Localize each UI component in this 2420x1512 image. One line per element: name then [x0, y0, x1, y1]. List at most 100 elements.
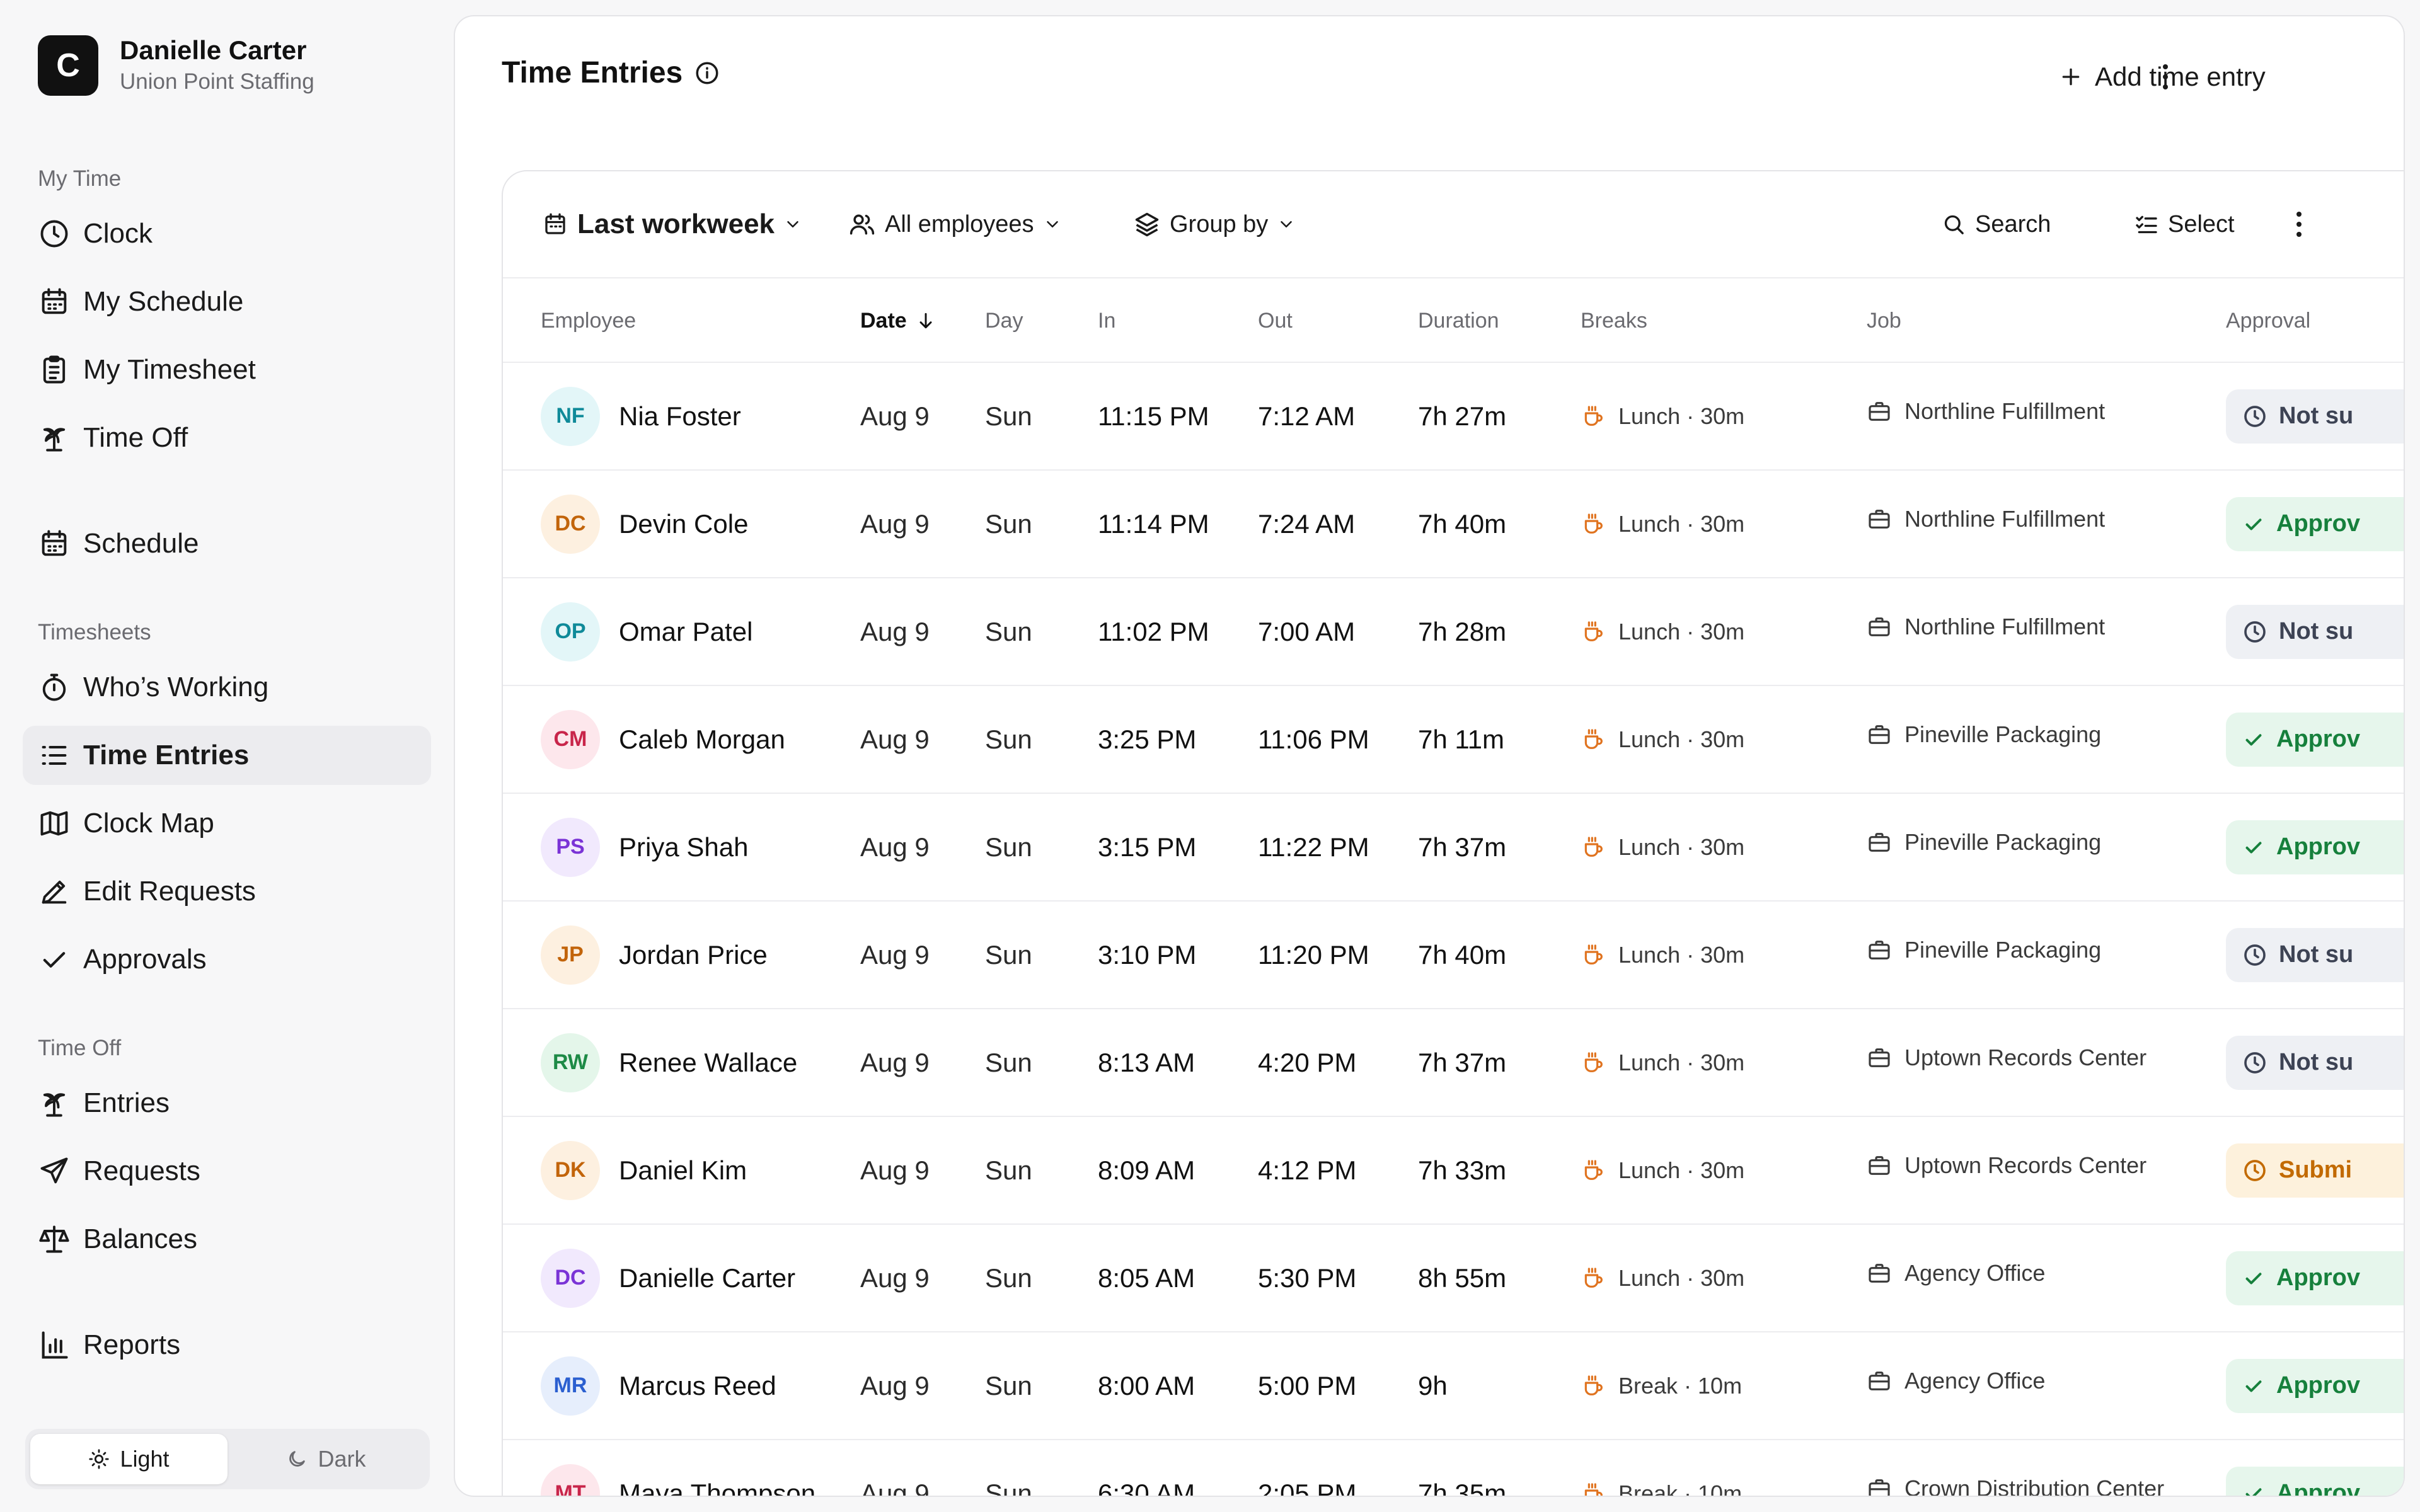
status-badge[interactable]: Not su — [2226, 1035, 2404, 1090]
employee-cell: OP Omar Patel — [541, 578, 752, 685]
sidebar-item-clock[interactable]: Clock — [23, 204, 431, 263]
sidebar-item-my-schedule[interactable]: My Schedule — [23, 272, 431, 331]
column-approval[interactable]: Approval — [2226, 278, 2310, 363]
coffee-icon — [1581, 1158, 1618, 1183]
avatar: JP — [541, 925, 600, 985]
status-badge[interactable]: Not su — [2226, 389, 2404, 444]
status-label: Approv — [2276, 1372, 2360, 1399]
clock-in-cell: 11:14 PM — [1098, 508, 1209, 539]
table-row[interactable]: MR Marcus Reed Aug 9 Sun 8:00 AM 5:00 PM 9h Bre… — [503, 1332, 2404, 1440]
job-label: Northline Fulfillment — [1904, 398, 2106, 424]
theme-light-button[interactable]: Light — [30, 1434, 228, 1484]
approval-cell: Submi — [2226, 1117, 2404, 1223]
info-icon[interactable] — [694, 60, 720, 86]
column-breaks[interactable]: Breaks — [1581, 278, 1647, 363]
status-label: Approv — [2276, 1264, 2360, 1291]
clock-icon — [2242, 619, 2279, 644]
bar-chart-icon — [38, 1329, 71, 1361]
job-cell: Pineville Packaging — [1867, 681, 2101, 788]
sidebar-item-reports[interactable]: Reports — [23, 1315, 431, 1375]
sidebar-item-whos-working[interactable]: Who’s Working — [23, 658, 431, 717]
clock-icon — [38, 217, 71, 250]
approval-cell: Approv — [2226, 1440, 2404, 1496]
briefcase-icon — [1867, 614, 1904, 639]
theme-toggle: Light Dark — [25, 1429, 430, 1489]
organization-name: Union Point Staffing — [120, 69, 314, 94]
table-row[interactable]: DC Danielle Carter Aug 9 Sun 8:05 AM 5:30 PM 8… — [503, 1225, 2404, 1332]
column-out[interactable]: Out — [1258, 278, 1293, 363]
table-row[interactable]: DK Daniel Kim Aug 9 Sun 8:09 AM 4:12 PM 7h 33m… — [503, 1117, 2404, 1225]
clock-icon — [2242, 1158, 2279, 1183]
group-by-dropdown[interactable]: Group by — [1133, 204, 1296, 244]
date-cell: Aug 9 — [860, 832, 930, 862]
status-badge[interactable]: Approv — [2226, 1358, 2404, 1413]
more-vertical-icon — [2159, 58, 2172, 96]
table-row[interactable]: NF Nia Foster Aug 9 Sun 11:15 PM 7:12 AM 7h 27… — [503, 363, 2404, 471]
status-badge[interactable]: Approv — [2226, 496, 2404, 551]
sidebar-item-time-off[interactable]: Time Off — [23, 408, 431, 467]
job-label: Crown Distribution Center — [1904, 1475, 2165, 1497]
calendar-icon — [38, 285, 71, 318]
date-cell: Aug 9 — [860, 401, 930, 431]
status-badge[interactable]: Approv — [2226, 712, 2404, 767]
status-badge[interactable]: Not su — [2226, 604, 2404, 659]
column-employee[interactable]: Employee — [541, 278, 636, 363]
sidebar-item-entries[interactable]: Entries — [23, 1074, 431, 1133]
column-in[interactable]: In — [1098, 278, 1115, 363]
sidebar-item-edit-requests[interactable]: Edit Requests — [23, 862, 431, 921]
moon-icon — [286, 1448, 318, 1470]
breaks-label: Lunch · 30m — [1618, 1264, 1745, 1291]
coffee-icon — [1581, 1373, 1618, 1399]
table-row[interactable]: RW Renee Wallace Aug 9 Sun 8:13 AM 4:20 PM 7h … — [503, 1009, 2404, 1117]
breaks-cell: Break · 10m — [1581, 1440, 1742, 1496]
column-day[interactable]: Day — [985, 278, 1023, 363]
employees-filter-dropdown[interactable]: All employees — [848, 204, 1062, 244]
sidebar-item-clock-map[interactable]: Clock Map — [23, 794, 431, 853]
status-label: Approv — [2276, 833, 2360, 860]
search-button[interactable]: Search — [1941, 204, 2060, 244]
clock-in-cell: 11:02 PM — [1098, 616, 1209, 646]
table-row[interactable]: JP Jordan Price Aug 9 Sun 3:10 PM 11:20 PM 7h … — [503, 902, 2404, 1009]
breaks-cell: Lunch · 30m — [1581, 578, 1744, 685]
table-row[interactable]: PS Priya Shah Aug 9 Sun 3:15 PM 11:22 PM 7h 37… — [503, 794, 2404, 902]
calendar-icon — [38, 527, 71, 560]
status-badge[interactable]: Approv — [2226, 820, 2404, 874]
breaks-label: Lunch · 30m — [1618, 833, 1745, 860]
job-cell: Northline Fulfillment — [1867, 466, 2105, 572]
theme-dark-button[interactable]: Dark — [228, 1434, 425, 1484]
account-header[interactable]: C Danielle Carter Union Point Staffing — [38, 34, 314, 97]
column-job[interactable]: Job — [1867, 278, 1901, 363]
clock-in-cell: 3:10 PM — [1098, 939, 1197, 970]
more-options-button[interactable] — [2159, 58, 2172, 96]
period-dropdown[interactable]: Last workweek — [542, 204, 802, 244]
table-row[interactable]: OP Omar Patel Aug 9 Sun 11:02 PM 7:00 AM 7h 28… — [503, 578, 2404, 686]
date-cell: Aug 9 — [860, 616, 930, 646]
sidebar-item-my-timesheet[interactable]: My Timesheet — [23, 340, 431, 399]
sidebar-item-time-entries[interactable]: Time Entries — [23, 726, 431, 785]
section-timesheets: Timesheets — [38, 620, 151, 644]
time-entries-table: Last workweek All employees Group by Sea… — [502, 170, 2404, 1497]
table-options-button[interactable] — [2293, 204, 2305, 244]
select-button[interactable]: Select — [2134, 204, 2244, 244]
table-row[interactable]: CM Caleb Morgan Aug 9 Sun 3:25 PM 11:06 PM 7h … — [503, 686, 2404, 794]
sidebar-item-balances[interactable]: Balances — [23, 1210, 431, 1269]
sidebar-item-requests[interactable]: Requests — [23, 1142, 431, 1201]
avatar: PS — [541, 817, 600, 877]
job-cell: Agency Office — [1867, 1327, 2045, 1434]
employee-name: Maya Thompson — [619, 1478, 816, 1497]
chevron-down-icon — [783, 215, 802, 234]
clipboard-icon — [38, 353, 71, 386]
status-badge[interactable]: Approv — [2226, 1251, 2404, 1305]
day-cell: Sun — [985, 939, 1032, 970]
sidebar-item-approvals[interactable]: Approvals — [23, 930, 431, 989]
table-row[interactable]: MT Maya Thompson Aug 9 Sun 6:30 AM 2:05 PM 7h … — [503, 1440, 2404, 1497]
column-date[interactable]: Date — [860, 278, 936, 363]
coffee-icon — [1581, 1050, 1618, 1075]
status-badge[interactable]: Not su — [2226, 927, 2404, 982]
status-badge[interactable]: Approv — [2226, 1466, 2404, 1496]
table-row[interactable]: DC Devin Cole Aug 9 Sun 11:14 PM 7:24 AM 7h 40… — [503, 471, 2404, 578]
status-badge[interactable]: Submi — [2226, 1143, 2404, 1198]
column-duration[interactable]: Duration — [1418, 278, 1499, 363]
clock-out-cell: 2:05 PM — [1258, 1478, 1357, 1497]
sidebar-item-schedule[interactable]: Schedule — [23, 514, 431, 573]
